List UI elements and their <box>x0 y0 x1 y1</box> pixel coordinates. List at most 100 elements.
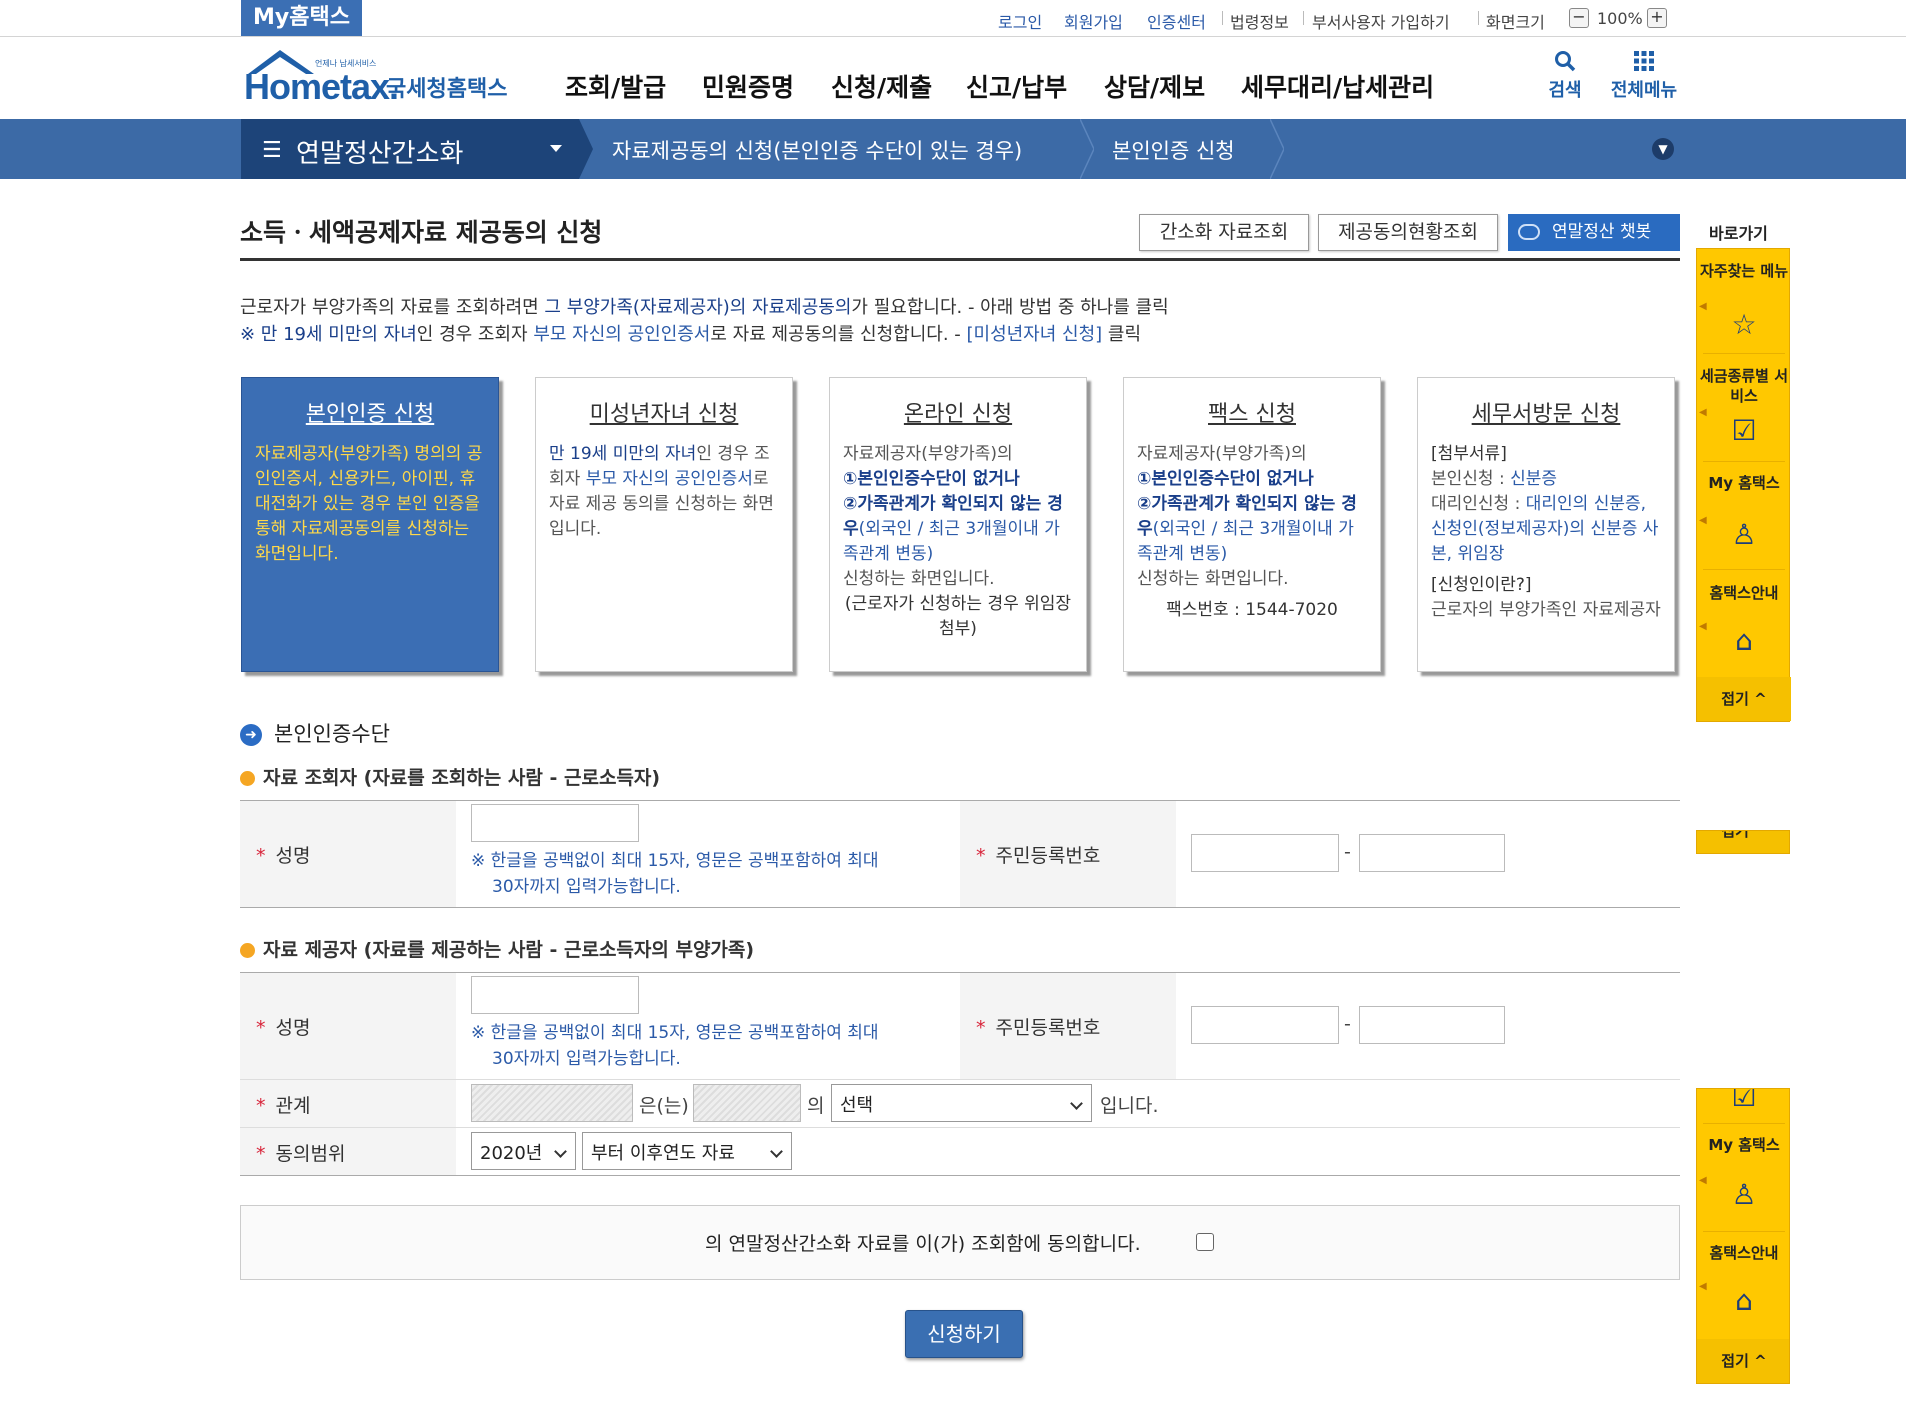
minor-child-apply-link[interactable]: [미성년자녀 신청] <box>966 324 1102 345</box>
gnb-tax-agent[interactable]: 세무대리/납세관리 <box>1241 68 1434 104</box>
required-mark: * <box>256 1017 266 1039</box>
arrow-right-icon: ➜ <box>240 724 262 746</box>
card-body: [첨부서류] 본인신청 : 신분증 대리인신청 : 대리인의 신분증, 신청인(… <box>1431 442 1661 623</box>
chatbot-label: 연말정산 챗봇 <box>1552 222 1652 242</box>
law-info-link[interactable]: 법령정보 <box>1230 9 1289 33</box>
gnb-consult-report[interactable]: 상담/제보 <box>1104 68 1205 104</box>
row-divider <box>240 1127 1680 1128</box>
checkbox-icon[interactable]: ☑ <box>1728 1089 1760 1113</box>
user-icon[interactable]: ♙ <box>1728 1179 1760 1211</box>
quick-favorites[interactable]: 자주찾는 메뉴 <box>1697 261 1791 281</box>
quick-tax-service[interactable]: 세금종류별 서비스 <box>1697 366 1791 406</box>
breadcrumb-item-self-auth[interactable]: 본인인증 신청 <box>1112 135 1235 165</box>
viewer-rrn-back-input[interactable] <box>1359 834 1505 872</box>
provider-name-input[interactable] <box>471 976 639 1014</box>
quick-fold-button[interactable]: 접기 ^ <box>1697 831 1789 853</box>
login-link[interactable]: 로그인 <box>998 9 1042 33</box>
house-icon[interactable]: ⌂ <box>1728 625 1760 657</box>
card-text: 신청하는 화면입니다. <box>843 569 995 589</box>
card-highlight: 만 19세 미만의 자녀 <box>549 444 697 464</box>
all-menu-button[interactable]: 전체메뉴 <box>1606 50 1682 102</box>
card-title[interactable]: 본인인증 신청 <box>255 396 485 428</box>
scope-range-select[interactable]: 부터 이후연도 자료 <box>582 1132 792 1170</box>
zoom-out-button[interactable]: − <box>1569 8 1589 28</box>
checkbox-icon[interactable]: ☑ <box>1728 415 1760 447</box>
card-body: 자료제공자(부양가족) 명의의 공인인증서, 신용카드, 아이핀, 휴대전화가 … <box>255 444 483 564</box>
card-body: 자료제공자(부양가족)의 ①본인인증수단이 없거나 ②가족관계가 확인되지 않는… <box>1137 442 1367 623</box>
card-title[interactable]: 온라인 신청 <box>843 396 1073 428</box>
consent-status-button[interactable]: 제공동의현황조회 <box>1318 214 1498 251</box>
house-icon[interactable]: ⌂ <box>1728 1285 1760 1317</box>
quick-fold-button[interactable]: 접기 ^ <box>1697 1339 1789 1383</box>
card-title[interactable]: 팩스 신청 <box>1137 396 1367 428</box>
scope-label: * 동의범위 <box>256 1139 345 1166</box>
zoom-in-button[interactable]: + <box>1647 8 1667 28</box>
quick-menu-ghost: 접기 ^ <box>1696 830 1790 854</box>
card-text: 본인신청 : <box>1431 469 1511 489</box>
arrow-left-icon: ◀ <box>1699 1175 1707 1186</box>
gnb-report-pay[interactable]: 신고/납부 <box>966 68 1067 104</box>
submit-button[interactable]: 신청하기 <box>905 1310 1023 1358</box>
zoom-level: 100% <box>1597 9 1643 28</box>
quick-my-hometax[interactable]: My 홈택스 <box>1697 473 1791 493</box>
scope-year-value: 2020년 <box>480 1143 543 1164</box>
provider-name-label: * 성명 <box>256 1013 310 1040</box>
breadcrumb-item-consent[interactable]: 자료제공동의 신청(본인인증 수단이 있는 경우) <box>612 135 1022 165</box>
screen-size-label: 화면크기 <box>1486 13 1545 32</box>
arrow-left-icon: ◀ <box>1699 515 1707 526</box>
card-text: 신청하는 화면입니다. <box>1137 569 1289 589</box>
card-fax[interactable]: 팩스 신청 자료제공자(부양가족)의 ①본인인증수단이 없거나 ②가족관계가 확… <box>1123 377 1381 672</box>
card-self-auth[interactable]: 본인인증 신청 자료제공자(부양가족) 명의의 공인인증서, 신용카드, 아이핀… <box>241 377 499 672</box>
provider-rrn-front-input[interactable] <box>1191 1006 1339 1044</box>
viewer-name-input[interactable] <box>471 804 639 842</box>
relation-particle: 의 <box>807 1095 825 1117</box>
required-mark: * <box>256 845 266 867</box>
dept-user-signup-link[interactable]: 부서사용자 가입하기 <box>1312 9 1450 33</box>
card-text: 대리인신청 : <box>1431 494 1526 514</box>
intro-highlight: ※ 만 19세 미만의 자녀 <box>240 324 417 345</box>
card-title[interactable]: 미성년자녀 신청 <box>549 396 779 428</box>
card-text: 자료제공자(부양가족)의 <box>1137 444 1307 464</box>
card-title[interactable]: 세무서방문 신청 <box>1431 396 1661 428</box>
card-office-visit[interactable]: 세무서방문 신청 [첨부서류] 본인신청 : 신분증 대리인신청 : 대리인의 … <box>1417 377 1675 672</box>
cert-center-link[interactable]: 인증센터 <box>1147 9 1206 33</box>
card-minor-child[interactable]: 미성년자녀 신청 만 19세 미만의 자녀인 경우 조회자 부모 자신의 공인인… <box>535 377 793 672</box>
signup-link[interactable]: 회원가입 <box>1064 9 1123 33</box>
intro-text: 인 경우 조회자 <box>416 324 534 345</box>
agreement-checkbox[interactable] <box>1196 1233 1214 1251</box>
gnb-inquiry-issue[interactable]: 조회/발급 <box>565 68 666 104</box>
gnb-apply-submit[interactable]: 신청/제출 <box>831 68 932 104</box>
subsection-text: 자료 제공자 (자료를 제공하는 사람 - 근로소득자의 부양가족) <box>263 939 755 961</box>
gnb-civil-cert[interactable]: 민원증명 <box>702 68 794 104</box>
intro-highlight: 그 부양가족(자료제공자)의 자료제공동의 <box>544 297 852 318</box>
relation-select[interactable]: 선택 <box>831 1084 1092 1122</box>
label-text: 동의범위 <box>275 1143 346 1165</box>
search-button[interactable]: 검색 <box>1543 50 1587 102</box>
viewer-rrn-front-input[interactable] <box>1191 834 1339 872</box>
row-divider <box>240 1079 1680 1080</box>
my-hometax-tab[interactable]: My홈택스 <box>241 0 362 36</box>
user-icon[interactable]: ♙ <box>1728 519 1760 551</box>
card-highlight: 신분증 <box>1510 469 1558 489</box>
quick-guide[interactable]: 홈택스안내 <box>1697 1243 1789 1263</box>
quick-guide[interactable]: 홈택스안내 <box>1697 583 1791 603</box>
expand-icon[interactable]: ▼ <box>1652 138 1674 160</box>
divider <box>1703 1231 1785 1232</box>
card-text: 자료제공자(부양가족)의 <box>843 444 1013 464</box>
quick-my-hometax[interactable]: My 홈택스 <box>1697 1135 1789 1155</box>
intro-text: 로 자료 제공동의를 신청합니다. - <box>710 324 967 345</box>
bullet-icon <box>240 943 255 958</box>
search-icon <box>1555 51 1576 72</box>
bullet-icon <box>240 771 255 786</box>
hometax-logo[interactable]: Hometax. <box>244 66 399 108</box>
provider-rrn-back-input[interactable] <box>1359 1006 1505 1044</box>
hint-text: ※ 한글을 공백없이 최대 15자, 영문은 공백포함하여 최대 <box>471 851 879 871</box>
quick-fold-button[interactable]: 접기 ^ <box>1697 677 1791 721</box>
relation-select-value: 선택 <box>840 1095 874 1116</box>
simple-data-lookup-button[interactable]: 간소화 자료조회 <box>1139 214 1309 251</box>
card-online[interactable]: 온라인 신청 자료제공자(부양가족)의 ①본인인증수단이 없거나 ②가족관계가 … <box>829 377 1087 672</box>
scope-year-select[interactable]: 2020년 <box>471 1132 576 1170</box>
relation-suffix: 입니다. <box>1100 1095 1159 1117</box>
chatbot-button[interactable]: 연말정산 챗봇 <box>1508 214 1680 251</box>
star-icon[interactable]: ☆ <box>1728 309 1760 341</box>
